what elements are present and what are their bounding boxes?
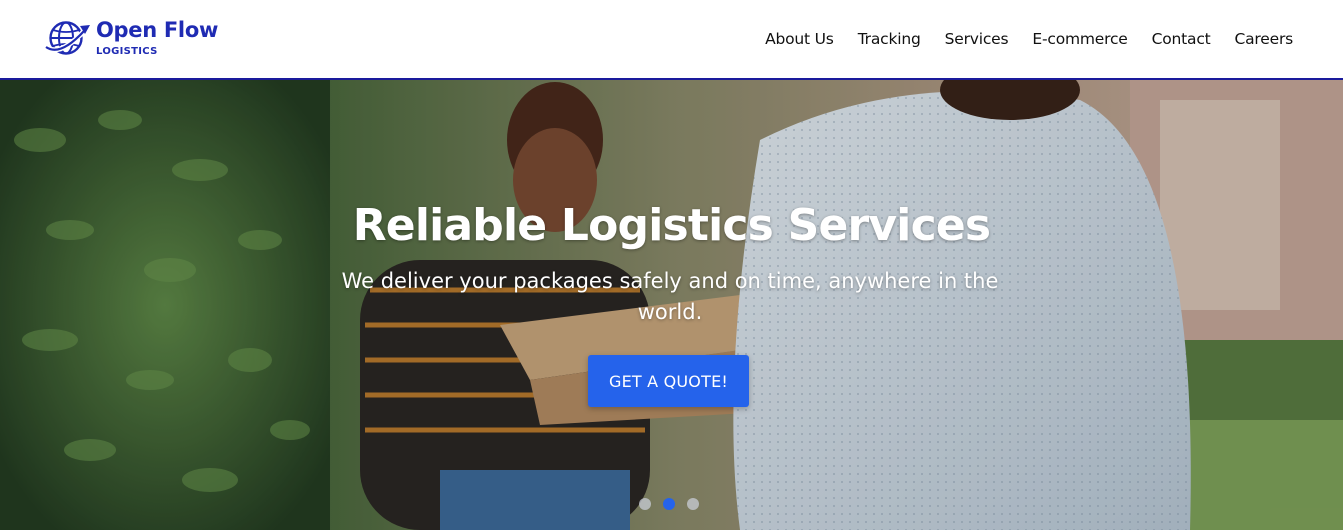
main-nav: About Us Tracking Services E-commerce Co…	[765, 29, 1293, 49]
carousel-indicators	[639, 498, 699, 510]
hero-title: Reliable Logistics Services	[352, 200, 991, 251]
globe-plane-icon	[44, 21, 90, 55]
brand-logo[interactable]: Open Flow LOGISTICS	[44, 17, 218, 58]
hero-carousel: Reliable Logistics Services We deliver y…	[0, 80, 1343, 530]
nav-item-careers[interactable]: Careers	[1235, 29, 1294, 49]
carousel-dot-2[interactable]	[663, 498, 675, 510]
carousel-dot-3[interactable]	[687, 498, 699, 510]
brand-tagline: LOGISTICS	[96, 46, 158, 57]
nav-item-e-commerce[interactable]: E-commerce	[1032, 29, 1127, 49]
brand-name: Open Flow	[96, 18, 219, 42]
brand-text: Open Flow LOGISTICS	[96, 18, 218, 58]
site-header: Open Flow LOGISTICS About Us Tracking Se…	[0, 0, 1343, 80]
hero-subtitle: We deliver your packages safely and on t…	[341, 269, 999, 324]
get-a-quote-button[interactable]: GET A QUOTE!	[588, 355, 749, 407]
nav-item-services[interactable]: Services	[945, 29, 1009, 49]
carousel-dot-1[interactable]	[639, 498, 651, 510]
nav-item-tracking[interactable]: Tracking	[858, 29, 921, 49]
nav-item-about-us[interactable]: About Us	[765, 29, 834, 49]
nav-item-contact[interactable]: Contact	[1152, 29, 1211, 49]
